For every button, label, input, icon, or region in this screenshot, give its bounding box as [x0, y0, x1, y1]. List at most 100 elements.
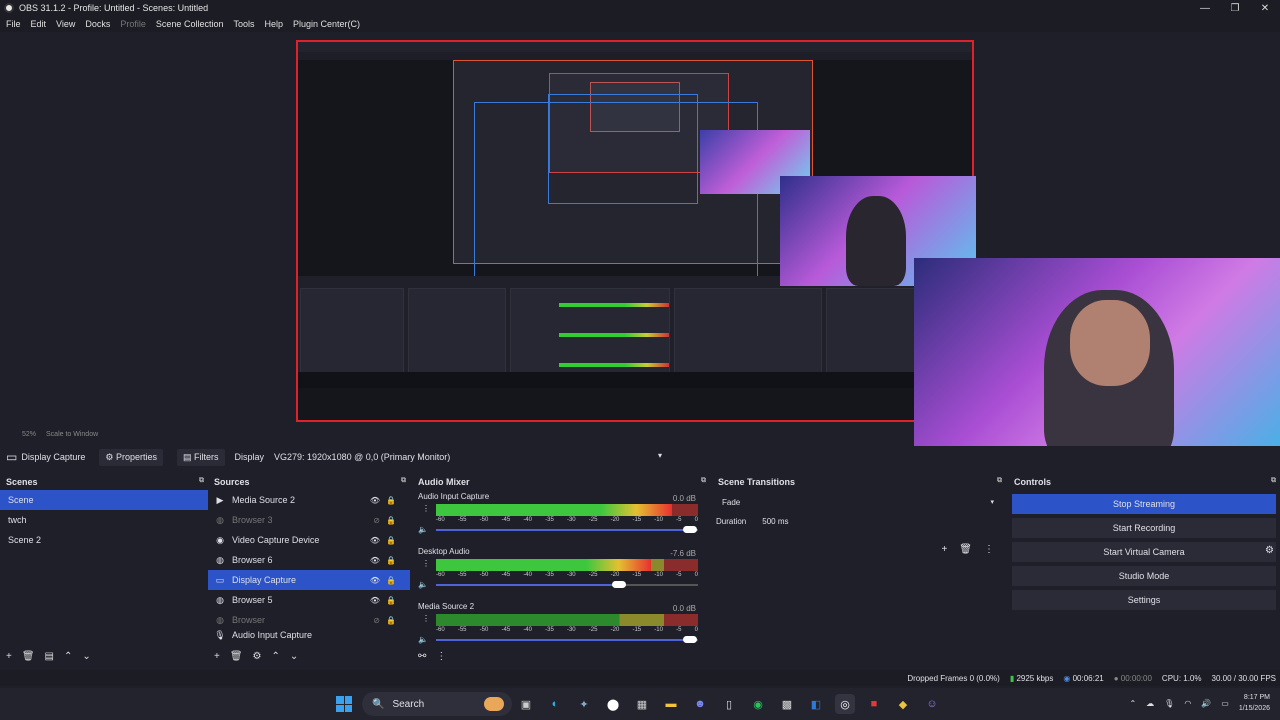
- lock-icon[interactable]: 🔒: [386, 516, 396, 525]
- trash-icon[interactable]: 🗑: [22, 651, 35, 662]
- source-item[interactable]: ◍ Browser ⊘ 🔒: [208, 610, 410, 630]
- trash-icon[interactable]: 🗑: [959, 544, 972, 555]
- transition-select[interactable]: Fade ▾: [718, 494, 1000, 510]
- scale-mode[interactable]: Scale to Window: [46, 431, 98, 438]
- eye-icon[interactable]: 👁: [370, 536, 380, 545]
- scene-item[interactable]: twch: [0, 510, 208, 530]
- menu-view[interactable]: View: [56, 19, 75, 29]
- undock-icon[interactable]: ⧉: [701, 477, 706, 485]
- discord-icon[interactable]: ☻: [690, 694, 710, 714]
- app-icon[interactable]: ▩: [777, 694, 797, 714]
- close-icon[interactable]: ✕: [1250, 0, 1280, 16]
- source-item[interactable]: ◉ Video Capture Device 👁 🔒: [208, 530, 410, 550]
- add-icon[interactable]: +: [941, 544, 947, 555]
- link-icon[interactable]: ⚯: [418, 651, 426, 662]
- chevron-up-icon[interactable]: ⌃: [272, 651, 280, 662]
- lock-icon[interactable]: 🔒: [386, 536, 396, 545]
- discord-alt-icon[interactable]: ☺: [922, 694, 942, 714]
- edge-icon[interactable]: ◐: [545, 694, 565, 714]
- speaker-icon[interactable]: 🔈: [418, 635, 428, 644]
- volume-slider[interactable]: [436, 636, 698, 643]
- chevron-down-icon[interactable]: ⌄: [290, 651, 298, 662]
- scene-item[interactable]: Scene: [0, 490, 208, 510]
- chevron-up-icon[interactable]: ⌃: [1129, 699, 1136, 708]
- undock-icon[interactable]: ⧉: [1271, 477, 1276, 485]
- maps-icon[interactable]: ⬤: [603, 694, 623, 714]
- volume-icon[interactable]: 🔊: [1201, 699, 1211, 708]
- red-app-icon[interactable]: ■: [864, 694, 884, 714]
- menu-plugin-center[interactable]: Plugin Center(C): [293, 19, 360, 29]
- more-icon[interactable]: ⋮: [422, 559, 430, 568]
- filter-icon[interactable]: ▤: [45, 651, 54, 662]
- stop-streaming-button[interactable]: Stop Streaming: [1012, 494, 1276, 514]
- lock-icon[interactable]: 🔒: [386, 496, 396, 505]
- menu-tools[interactable]: Tools: [233, 19, 254, 29]
- menu-help[interactable]: Help: [264, 19, 283, 29]
- add-icon[interactable]: +: [214, 651, 220, 662]
- add-icon[interactable]: +: [6, 651, 12, 662]
- outlook-icon[interactable]: ◧: [806, 694, 826, 714]
- gear-icon[interactable]: ⚙: [1265, 545, 1274, 556]
- more-icon[interactable]: ⋮: [422, 504, 430, 513]
- menu-docks[interactable]: Docks: [85, 19, 110, 29]
- lock-icon[interactable]: 🔒: [386, 596, 396, 605]
- start-virtual-camera-button[interactable]: Start Virtual Camera ⚙: [1012, 542, 1276, 562]
- volume-knob[interactable]: [683, 636, 698, 643]
- minimize-icon[interactable]: —: [1190, 0, 1220, 16]
- lock-icon[interactable]: 🔒: [386, 556, 396, 565]
- calculator-icon[interactable]: ▦: [632, 694, 652, 714]
- eye-icon[interactable]: 👁: [370, 496, 380, 505]
- speaker-icon[interactable]: 🔈: [418, 525, 428, 534]
- clock[interactable]: 8:17 PM 1/15/2026: [1239, 692, 1270, 714]
- more-icon[interactable]: ⋮: [422, 614, 430, 623]
- studio-mode-button[interactable]: Studio Mode: [1012, 566, 1276, 586]
- obs-icon[interactable]: ◎: [835, 694, 855, 714]
- spotify-icon[interactable]: ◉: [748, 694, 768, 714]
- menu-profile[interactable]: Profile: [120, 19, 146, 29]
- volume-slider[interactable]: [436, 526, 698, 533]
- lock-icon[interactable]: 🔒: [386, 616, 396, 625]
- source-item[interactable]: ▶ Media Source 2 👁 🔒: [208, 490, 410, 510]
- windows-start-icon[interactable]: [336, 696, 352, 712]
- menu-scene-collection[interactable]: Scene Collection: [156, 19, 224, 29]
- lock-icon[interactable]: 🔒: [386, 576, 396, 585]
- speaker-icon[interactable]: 🔈: [418, 580, 428, 589]
- scene-item[interactable]: Scene 2: [0, 530, 208, 550]
- wifi-icon[interactable]: ◠: [1184, 699, 1191, 708]
- eye-icon[interactable]: 👁: [370, 576, 380, 585]
- taskbar-search[interactable]: 🔍 Search: [362, 692, 512, 716]
- display-select[interactable]: VG279: 1920x1080 @ 0,0 (Primary Monitor)…: [270, 448, 665, 466]
- eye-icon[interactable]: 👁: [370, 596, 380, 605]
- source-item[interactable]: ◍ Browser 6 👁 🔒: [208, 550, 410, 570]
- zoom-level[interactable]: 52%: [22, 431, 36, 438]
- settings-button[interactable]: Settings: [1012, 590, 1276, 610]
- volume-knob[interactable]: [683, 526, 698, 533]
- task-view-icon[interactable]: ▣: [516, 694, 536, 714]
- yellow-app-icon[interactable]: ◆: [893, 694, 913, 714]
- source-item[interactable]: ◍ Browser 5 👁 🔒: [208, 590, 410, 610]
- source-item[interactable]: ▭ Display Capture 👁 🔒: [208, 570, 410, 590]
- menu-file[interactable]: File: [6, 19, 21, 29]
- chevron-down-icon[interactable]: ⌄: [82, 651, 90, 662]
- volume-slider[interactable]: [436, 581, 698, 588]
- mic-icon[interactable]: 🎙: [1164, 699, 1174, 708]
- copilot-icon[interactable]: ✦: [574, 694, 594, 714]
- undock-icon[interactable]: ⧉: [199, 477, 204, 485]
- undock-icon[interactable]: ⧉: [401, 477, 406, 485]
- maximize-icon[interactable]: ❐: [1220, 0, 1250, 16]
- file-explorer-icon[interactable]: ▬: [661, 694, 681, 714]
- source-item[interactable]: ◍ Browser 3 ⊘ 🔒: [208, 510, 410, 530]
- source-item[interactable]: 🎙 Audio Input Capture: [208, 630, 410, 640]
- chevron-up-icon[interactable]: ⌃: [64, 651, 72, 662]
- more-icon[interactable]: ⋮: [436, 651, 446, 662]
- gear-icon[interactable]: ⚙: [253, 651, 262, 662]
- start-recording-button[interactable]: Start Recording: [1012, 518, 1276, 538]
- volume-knob[interactable]: [612, 581, 627, 588]
- filters-button[interactable]: ▤ Filters: [176, 448, 225, 466]
- undock-icon[interactable]: ⧉: [997, 477, 1002, 485]
- eye-icon[interactable]: 👁: [370, 556, 380, 565]
- properties-button[interactable]: ⚙ Properties: [99, 448, 163, 466]
- eye-hidden-icon[interactable]: ⊘: [373, 616, 380, 625]
- cloud-icon[interactable]: ☁: [1146, 699, 1154, 708]
- notepad-icon[interactable]: ▯: [719, 694, 739, 714]
